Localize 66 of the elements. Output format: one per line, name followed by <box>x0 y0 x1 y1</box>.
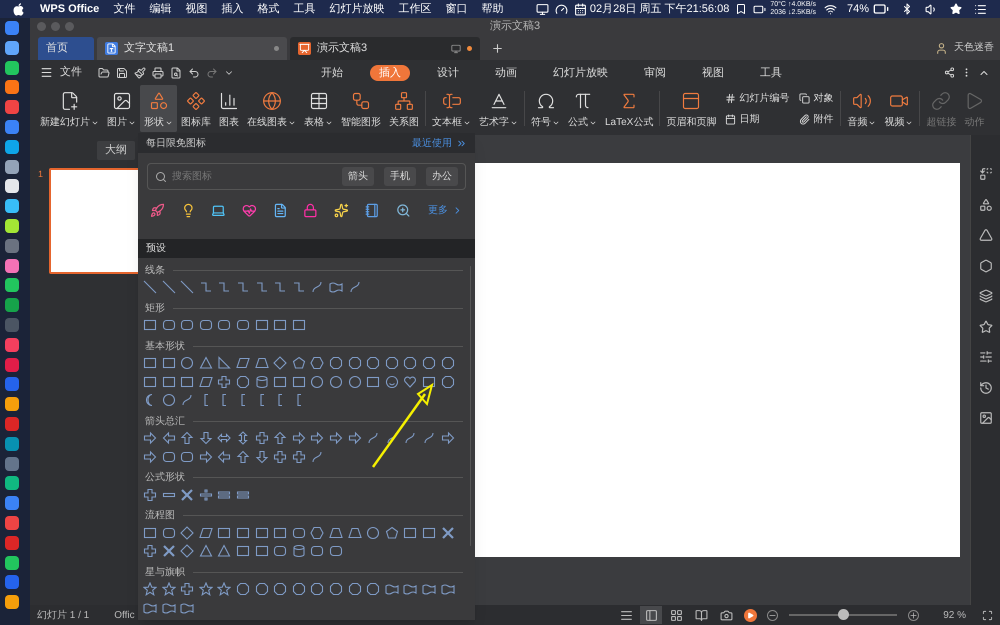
shape-category-title: 流程图 <box>145 508 175 523</box>
shape-category-title: 箭头总汇 <box>145 414 185 428</box>
document-tab[interactable]: 首页 <box>38 37 94 60</box>
ribbon-button[interactable]: 图片 <box>103 85 140 132</box>
icon-tag[interactable]: 办公 <box>426 167 458 186</box>
document-tab[interactable]: 演示文稿3 <box>290 37 480 60</box>
ribbon-tab[interactable]: 开始 <box>312 64 352 80</box>
ribbon-tab[interactable]: 设计 <box>428 64 468 80</box>
ribbon-small-button[interactable]: 幻灯片编号 <box>725 90 790 106</box>
menu-item[interactable]: 幻灯片放映 <box>329 0 384 18</box>
theme-name: Offic <box>114 608 135 622</box>
file-menu[interactable]: 文件 <box>60 64 82 81</box>
ribbon-small-button[interactable]: 对象 <box>799 90 834 106</box>
menu-item[interactable]: 工作区 <box>398 0 432 18</box>
shape-category-title: 矩形 <box>145 302 165 316</box>
menu-item[interactable]: 工具 <box>293 0 316 18</box>
zoom-percent[interactable]: 92 % <box>943 608 966 622</box>
shape-category-title: 线条 <box>145 264 165 278</box>
menu-item[interactable]: 编辑 <box>149 0 172 18</box>
ribbon-small-button[interactable]: 日期 <box>725 112 790 126</box>
ribbon-button[interactable]: 文本框 <box>428 85 475 132</box>
ribbon-button[interactable]: 表格 <box>300 85 337 132</box>
ribbon-button[interactable]: 公式 <box>564 85 601 132</box>
clock-text[interactable]: 02月28日 周五 下午21:56:08 <box>590 0 730 18</box>
ribbon-small-button[interactable]: 附件 <box>799 112 834 126</box>
ribbon-tab[interactable]: 视图 <box>693 64 733 80</box>
ribbon-tab[interactable]: 工具 <box>751 64 791 80</box>
ribbon-button[interactable]: 图标库 <box>177 85 215 132</box>
menu-item[interactable]: 视图 <box>185 0 208 18</box>
preset-heading: 预设 <box>146 242 166 256</box>
ribbon-button[interactable]: 关系图 <box>385 85 423 132</box>
ribbon-button[interactable]: LaTeX公式 <box>601 85 658 132</box>
slide-number: 1 <box>38 168 44 180</box>
ribbon-button[interactable]: 图表 <box>215 85 243 132</box>
ribbon-button[interactable]: 在线图表 <box>243 85 300 132</box>
window-title: 演示文稿3 <box>490 18 540 34</box>
battery-percent[interactable]: 74% <box>846 0 869 18</box>
ribbon-button[interactable]: 艺术字 <box>475 85 522 132</box>
menu-item[interactable]: 文件 <box>113 0 136 18</box>
ribbon-tab[interactable]: 幻灯片放映 <box>544 64 617 80</box>
ribbon-tab[interactable]: 动画 <box>486 64 526 80</box>
user-name[interactable]: 天色迷香 <box>954 40 994 55</box>
document-tab[interactable]: 文字文稿1 <box>97 37 287 60</box>
menu-item[interactable]: 帮助 <box>481 0 504 18</box>
recent-link[interactable]: 最近使用 <box>412 136 452 150</box>
ribbon-button[interactable]: 音频 <box>843 85 880 132</box>
ribbon-button[interactable]: 页眉和页脚 <box>662 85 720 132</box>
menu-item[interactable]: 窗口 <box>445 0 468 18</box>
ribbon-button[interactable]: 智能图形 <box>337 85 385 132</box>
outline-tab[interactable]: 大纲 <box>97 141 135 160</box>
app-name[interactable]: WPS Office <box>40 0 100 18</box>
shape-category-title: 基本形状 <box>145 340 185 354</box>
shape-category-title: 星与旗帜 <box>145 566 185 580</box>
icon-tag[interactable]: 箭头 <box>342 167 374 186</box>
ribbon-button[interactable]: 符号 <box>527 85 564 132</box>
menu-item[interactable]: 插入 <box>221 0 244 18</box>
ribbon-button[interactable]: 新建幻灯片 <box>36 85 103 132</box>
search-field[interactable]: 搜索图标 箭头 手机 办公 <box>147 163 466 190</box>
ribbon-tab[interactable]: 审阅 <box>635 64 675 80</box>
menu-item[interactable]: 格式 <box>257 0 280 18</box>
daily-icons-title: 每日限免图标 <box>146 136 206 150</box>
shape-category-title: 公式形状 <box>145 470 185 485</box>
slide-count: 幻灯片 1 / 1 <box>37 608 90 622</box>
ribbon-button[interactable]: 视频 <box>880 85 918 132</box>
ribbon-button[interactable]: 形状 <box>140 85 177 132</box>
icon-tag[interactable]: 手机 <box>384 167 416 186</box>
